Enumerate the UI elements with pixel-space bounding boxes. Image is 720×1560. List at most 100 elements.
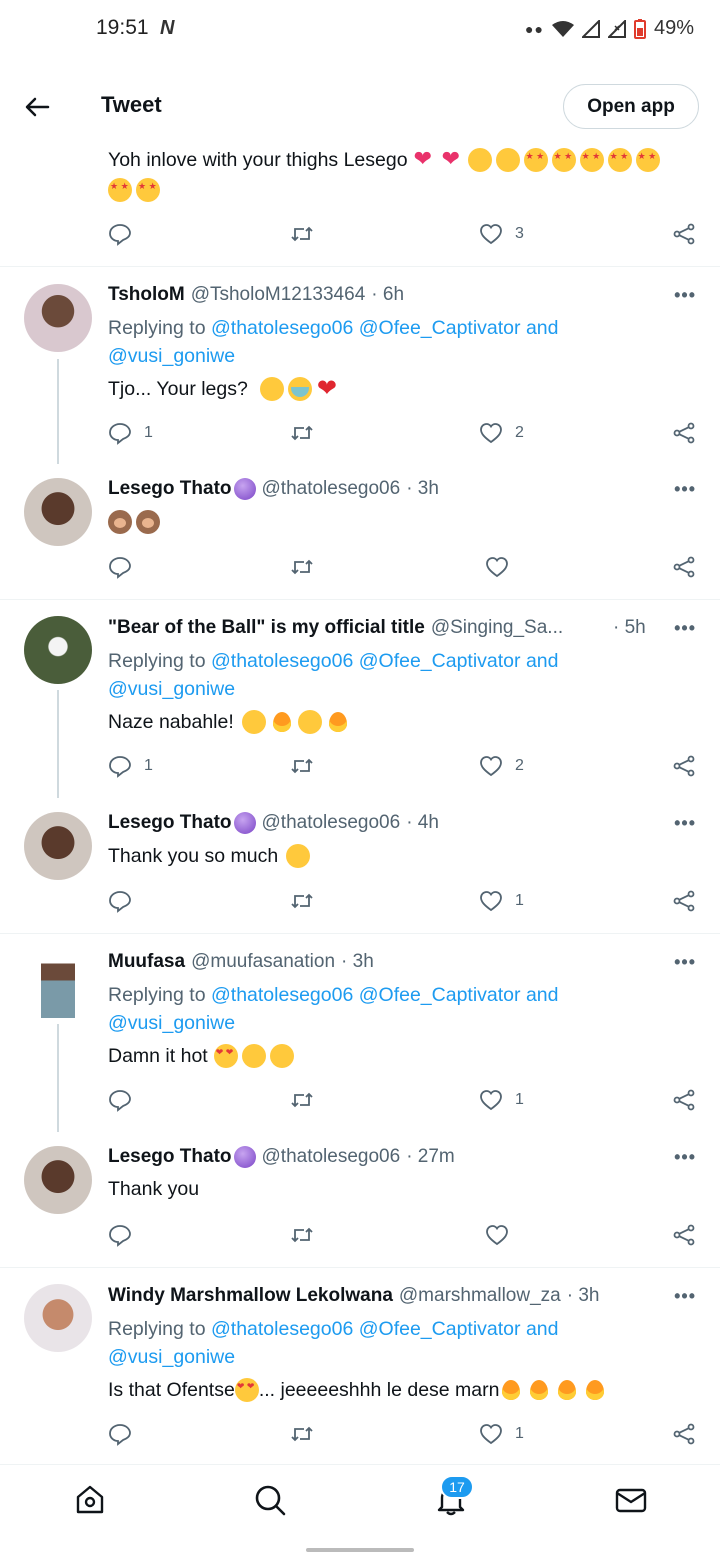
like-button[interactable]: 2 bbox=[479, 754, 524, 778]
like-button[interactable]: 1 bbox=[479, 1422, 524, 1446]
share-button[interactable] bbox=[672, 1223, 696, 1247]
home-icon[interactable] bbox=[73, 1483, 107, 1517]
mention-link[interactable]: @Ofee_Captivator bbox=[359, 1318, 521, 1341]
reply-button[interactable] bbox=[108, 1223, 144, 1247]
tweet[interactable]: Lesego Thato @thatolesego06 · 27m ••• Th… bbox=[0, 1132, 720, 1268]
avatar[interactable] bbox=[24, 1146, 92, 1214]
reply-button[interactable] bbox=[108, 555, 144, 579]
reply-button[interactable] bbox=[108, 1422, 144, 1446]
retweet-button[interactable] bbox=[290, 421, 314, 445]
mention-link[interactable]: and bbox=[526, 984, 559, 1007]
mention-link[interactable]: and bbox=[526, 650, 559, 673]
avatar[interactable] bbox=[24, 478, 92, 546]
reply-button[interactable]: 1 bbox=[108, 421, 153, 445]
retweet-button[interactable] bbox=[290, 889, 314, 913]
tweet[interactable]: Lesego Thato @thatolesego06 · 3h ••• bbox=[0, 464, 720, 600]
heart-eyes-emoji bbox=[213, 1044, 238, 1068]
author-name[interactable]: Lesego Thato bbox=[108, 812, 232, 834]
author-handle[interactable]: @Singing_Sa... bbox=[431, 617, 563, 639]
author-handle[interactable]: @marshmallow_za bbox=[399, 1285, 561, 1307]
reply-button[interactable]: 1 bbox=[108, 754, 153, 778]
like-count: 2 bbox=[515, 424, 524, 441]
author-handle[interactable]: @TsholoM12133464 bbox=[191, 284, 366, 306]
more-options-icon[interactable]: ••• bbox=[674, 1147, 696, 1168]
mention-link[interactable]: @vusi_goniwe bbox=[108, 678, 235, 701]
more-options-icon[interactable]: ••• bbox=[674, 952, 696, 973]
mention-link[interactable]: @thatolesego06 bbox=[211, 984, 353, 1007]
tweet[interactable]: TsholoM @TsholoM12133464 · 6h ••• Replyi… bbox=[0, 267, 720, 464]
more-options-icon[interactable]: ••• bbox=[674, 813, 696, 834]
tweet[interactable]: Lesego Thato @thatolesego06 · 4h ••• Tha… bbox=[0, 798, 720, 934]
like-button[interactable]: 2 bbox=[479, 421, 524, 445]
mention-link[interactable]: and bbox=[526, 1318, 559, 1341]
notification-badge: 17 bbox=[440, 1475, 474, 1499]
more-options-icon[interactable]: ••• bbox=[674, 479, 696, 500]
share-button[interactable] bbox=[672, 889, 696, 913]
share-icon bbox=[673, 1224, 695, 1246]
heart-icon bbox=[486, 1225, 508, 1246]
tweet[interactable]: Muufasa @muufasanation · 3h ••• Replying… bbox=[0, 934, 720, 1132]
reply-button[interactable] bbox=[108, 222, 144, 246]
back-arrow-icon[interactable] bbox=[22, 92, 52, 122]
reply-button[interactable] bbox=[108, 1088, 144, 1112]
author-name[interactable]: "Bear of the Ball" is my official title bbox=[108, 617, 425, 639]
avatar[interactable] bbox=[24, 1284, 92, 1352]
share-button[interactable] bbox=[672, 555, 696, 579]
author-name[interactable]: Muufasa bbox=[108, 951, 185, 973]
mention-link[interactable]: @thatolesego06 bbox=[211, 1318, 353, 1341]
mention-link[interactable]: @Ofee_Captivator bbox=[359, 317, 521, 340]
avatar[interactable] bbox=[24, 812, 92, 880]
author-name[interactable]: Lesego Thato bbox=[108, 1146, 232, 1168]
more-options-icon[interactable]: ••• bbox=[674, 1286, 696, 1307]
author-name[interactable]: Lesego Thato bbox=[108, 478, 232, 500]
mention-link[interactable]: @thatolesego06 bbox=[211, 317, 353, 340]
retweet-button[interactable] bbox=[290, 1422, 314, 1446]
mention-link[interactable]: @vusi_goniwe bbox=[108, 345, 235, 368]
like-button[interactable] bbox=[485, 555, 521, 579]
mention-link[interactable]: @Ofee_Captivator bbox=[359, 984, 521, 1007]
messages-icon[interactable] bbox=[614, 1483, 648, 1517]
share-button[interactable] bbox=[672, 754, 696, 778]
share-button[interactable] bbox=[672, 1422, 696, 1446]
share-button[interactable] bbox=[672, 421, 696, 445]
author-handle[interactable]: @thatolesego06 bbox=[262, 1146, 401, 1168]
open-app-button[interactable]: Open app bbox=[563, 84, 699, 129]
search-icon[interactable] bbox=[253, 1483, 287, 1517]
battery-percent: 49% bbox=[653, 17, 694, 39]
tweet[interactable]: Windy Marshmallow Lekolwana @marshmallow… bbox=[0, 1268, 720, 1464]
tweet[interactable]: Yoh inlove with your thighs Lesego ❤ ❤ ★… bbox=[0, 142, 720, 267]
mention-link[interactable]: @Ofee_Captivator bbox=[359, 650, 521, 673]
mention-link[interactable]: @vusi_goniwe bbox=[108, 1012, 235, 1035]
tweet[interactable]: "Bear of the Ball" is my official title … bbox=[0, 600, 720, 798]
like-button[interactable]: 3 bbox=[479, 222, 524, 246]
like-button[interactable]: 1 bbox=[479, 889, 524, 913]
author-handle[interactable]: @muufasanation bbox=[191, 951, 335, 973]
avatar[interactable] bbox=[24, 616, 92, 684]
author-handle[interactable]: @thatolesego06 bbox=[262, 812, 401, 834]
author-name[interactable]: TsholoM bbox=[108, 284, 185, 306]
retweet-button[interactable] bbox=[290, 754, 314, 778]
reply-button[interactable] bbox=[108, 889, 144, 913]
star-struck-emoji bbox=[108, 178, 132, 202]
share-button[interactable] bbox=[672, 1088, 696, 1112]
retweet-button[interactable] bbox=[290, 555, 314, 579]
like-button[interactable]: 1 bbox=[479, 1088, 524, 1112]
retweet-button[interactable] bbox=[290, 1088, 314, 1112]
fire-emoji bbox=[527, 1378, 551, 1402]
mention-link[interactable]: @thatolesego06 bbox=[211, 650, 353, 673]
author-name[interactable]: Windy Marshmallow Lekolwana bbox=[108, 1285, 393, 1307]
mention-link[interactable]: @vusi_goniwe bbox=[108, 1346, 235, 1369]
like-count: 3 bbox=[515, 225, 524, 242]
share-button[interactable] bbox=[672, 222, 696, 246]
more-options-icon[interactable]: ••• bbox=[674, 618, 696, 639]
author-handle[interactable]: @thatolesego06 bbox=[262, 478, 401, 500]
fire-emoji bbox=[555, 1378, 579, 1402]
avatar[interactable] bbox=[24, 284, 92, 352]
like-button[interactable] bbox=[485, 1223, 521, 1247]
retweet-button[interactable] bbox=[290, 1223, 314, 1247]
mention-link[interactable]: and bbox=[526, 317, 559, 340]
crystal-ball-emoji bbox=[233, 812, 256, 834]
more-options-icon[interactable]: ••• bbox=[674, 285, 696, 306]
retweet-button[interactable] bbox=[290, 222, 314, 246]
avatar[interactable] bbox=[41, 950, 75, 1018]
